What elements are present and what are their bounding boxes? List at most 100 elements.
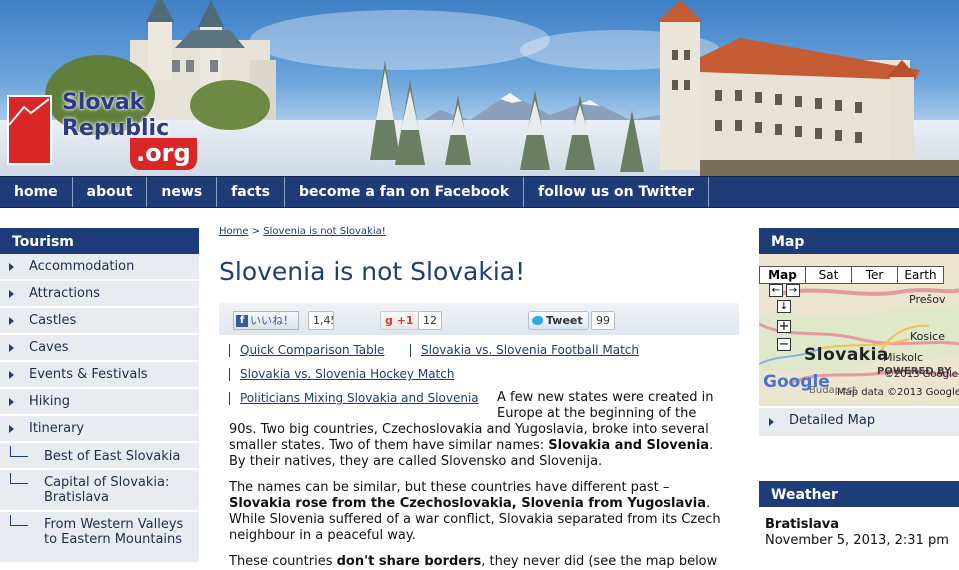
tree-elbow-icon (10, 446, 28, 457)
facebook-like-button[interactable]: f いいね！ (233, 311, 299, 330)
map-city-presov: Prešov (909, 293, 946, 306)
sidebar-item-label: Castles (29, 313, 77, 328)
twitter-bird-icon (532, 316, 543, 325)
article-text-span: These countries (229, 554, 337, 569)
breadcrumb-current[interactable]: Slovenia is not Slovakia! (263, 226, 385, 237)
pan-left-icon[interactable]: ← (769, 284, 783, 297)
nav-facebook[interactable]: become a fan on Facebook (285, 177, 525, 207)
nav-home[interactable]: home (0, 177, 73, 207)
sidebar-item-label: Attractions (29, 286, 100, 301)
map-widget[interactable]: Map Sat Ter Earth ← → ↓ + − Prešov Slova… (759, 254, 959, 406)
google-plus-button[interactable]: g +1 (380, 311, 419, 330)
sidebar-item-label: Accommodation (29, 259, 135, 274)
sidebar-heading-map: Map (759, 228, 959, 254)
link-football-match[interactable]: Slovakia vs. Slovenia Football Match (400, 343, 639, 357)
arrow-right-icon (9, 398, 14, 406)
sidebar-item-attractions[interactable]: Attractions (0, 281, 199, 308)
zoom-in-icon[interactable]: + (777, 320, 791, 333)
detailed-map-link[interactable]: Detailed Map (759, 408, 959, 436)
right-sidebar: Map Map Sat Ter Earth ← → ↓ + − Prešov S… (759, 228, 959, 548)
article-bold: Slovakia rose from the Czechoslovakia, S… (229, 496, 706, 511)
tweet-label: Tweet (546, 314, 583, 327)
tweet-count: 99 (591, 311, 615, 330)
breadcrumb-home[interactable]: Home (219, 226, 249, 237)
sidebar-item-itinerary[interactable]: Itinerary (0, 416, 199, 443)
map-type-ter[interactable]: Ter (851, 266, 898, 284)
left-sidebar: Tourism Accommodation Attractions Castle… (0, 228, 199, 564)
tree-elbow-icon (10, 473, 28, 484)
map-type-selector: Map Sat Ter Earth (759, 266, 944, 284)
sidebar-item-accommodation[interactable]: Accommodation (0, 254, 199, 281)
sidebar-item-label: Caves (29, 340, 69, 355)
sidebar-item-label: Events & Festivals (29, 367, 148, 382)
article-text-span: , they never did (see the map below (481, 554, 718, 569)
article-text: A few new states were created in (497, 390, 714, 405)
link-hockey-match[interactable]: Slovakia vs. Slovenia Hockey Match (219, 367, 454, 381)
map-city-budapest: Budapest (809, 385, 857, 396)
article-bold: don't share borders (336, 554, 482, 569)
article-paragraph-3: These countries don't share borders, the… (229, 554, 725, 570)
site-logo[interactable]: Slovak Republic (62, 90, 169, 142)
nav-news[interactable]: news (147, 177, 218, 207)
arrow-right-icon (9, 263, 14, 271)
article-text: Europe at the beginning of the (497, 406, 697, 421)
weather-city: Bratislava (765, 517, 839, 532)
arrow-right-icon (9, 425, 14, 433)
sidebar-item-caves[interactable]: Caves (0, 335, 199, 362)
google-plus-icon: g (385, 314, 393, 327)
arrow-right-icon (9, 371, 14, 379)
tweet-button[interactable]: Tweet (528, 311, 589, 330)
weather-date: November 5, 2013, 2:31 pm (765, 533, 949, 548)
map-country-label: Slovakia (804, 345, 889, 365)
breadcrumb-separator: > (251, 226, 261, 237)
arrow-right-icon (9, 317, 14, 325)
breadcrumb: Home > Slovenia is not Slovakia! (219, 226, 739, 237)
main-nav: home about news facts become a fan on Fa… (0, 176, 959, 208)
sidebar-subitem-label: From Western Valleys to Eastern Mountain… (44, 517, 184, 547)
google-plus-count: 12 (418, 311, 442, 330)
tree-elbow-icon (10, 515, 28, 526)
map-copyright-1: ©2013 Google - (884, 369, 959, 380)
article-text: 90s. Two big countries, Czechoslovakia a… (229, 422, 725, 470)
social-share-bar: f いいね！ 1,45 g +1 12 Tweet 99 (219, 303, 739, 335)
sidebar-subitem-label: Capital of Slovakia: Bratislava (44, 475, 170, 505)
map-city-miskolc: Miskolc (883, 351, 924, 364)
facebook-like-count: 1,45 (308, 311, 334, 330)
facebook-like-label: いいね！ (250, 314, 294, 327)
article-text-span: The names can be similar, but these coun… (229, 480, 670, 495)
sidebar-item-castles[interactable]: Castles (0, 308, 199, 335)
map-type-earth[interactable]: Earth (897, 266, 944, 284)
article-bold: Slovakia and Slovenia (548, 438, 710, 453)
page-title: Slovenia is not Slovakia! (219, 257, 526, 286)
sidebar-item-label: Hiking (29, 394, 71, 409)
sidebar-item-label: Itinerary (29, 421, 85, 436)
arrow-right-icon (9, 290, 14, 298)
sidebar-heading-weather: Weather (759, 481, 959, 507)
map-type-sat[interactable]: Sat (805, 266, 852, 284)
sidebar-subitem-western-valleys[interactable]: From Western Valleys to Eastern Mountain… (0, 512, 199, 564)
map-type-map[interactable]: Map (759, 266, 806, 284)
sidebar-subitem-east-slovakia[interactable]: Best of East Slovakia (0, 443, 199, 470)
sidebar-item-hiking[interactable]: Hiking (0, 389, 199, 416)
article-paragraph-2: The names can be similar, but these coun… (229, 480, 725, 544)
link-comparison-table[interactable]: Quick Comparison Table (219, 343, 384, 357)
logo-org: .org (130, 138, 197, 170)
arrow-right-icon (769, 418, 774, 426)
nav-about[interactable]: about (73, 177, 148, 207)
pan-right-icon[interactable]: → (786, 284, 800, 297)
article-paragraph-1: A few new states were created in Europe … (229, 390, 725, 470)
sidebar-heading-tourism: Tourism (0, 228, 199, 254)
logo-line1: Slovak (62, 90, 145, 115)
sidebar-item-events[interactable]: Events & Festivals (0, 362, 199, 389)
nav-twitter[interactable]: follow us on Twitter (524, 177, 710, 207)
nav-facts[interactable]: facts (217, 177, 286, 207)
arrow-right-icon (9, 344, 14, 352)
google-plus-label: +1 (396, 314, 414, 327)
site-header: Slovak Republic .org (0, 0, 959, 176)
pan-down-icon[interactable]: ↓ (777, 300, 791, 313)
facebook-icon: f (236, 314, 248, 327)
detailed-map-label: Detailed Map (789, 413, 876, 428)
sidebar-subitem-label: Best of East Slovakia (44, 449, 181, 464)
zoom-out-icon[interactable]: − (777, 338, 791, 351)
sidebar-subitem-bratislava[interactable]: Capital of Slovakia: Bratislava (0, 470, 199, 512)
